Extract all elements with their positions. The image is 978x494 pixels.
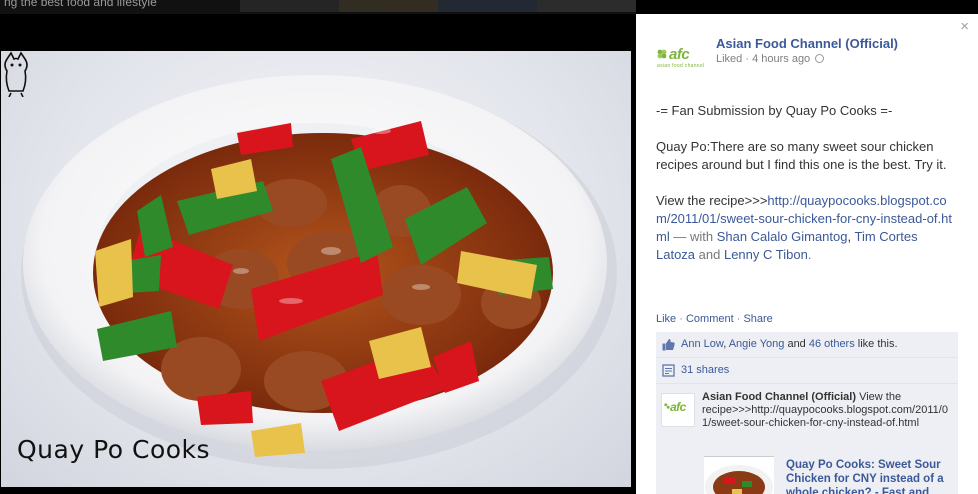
comment-link[interactable]: Comment bbox=[686, 313, 734, 325]
post-line-description: Quay Po:There are so many sweet sour chi… bbox=[656, 139, 947, 172]
shared-post-avatar[interactable]: afc bbox=[661, 393, 695, 427]
thumbs-up-icon bbox=[662, 339, 675, 351]
page-avatar[interactable]: afc asian food channel bbox=[656, 45, 708, 73]
separator: · bbox=[676, 313, 686, 325]
post-line-recipe: View the recipe>>>http://quaypocooks.blo… bbox=[656, 193, 952, 262]
others-link[interactable]: 46 others bbox=[809, 338, 855, 350]
tagged-user-1[interactable]: Shan Calalo Gimantog bbox=[717, 229, 848, 244]
tagged-user-3[interactable]: Lenny C Tibon bbox=[724, 247, 808, 262]
shares-row: 31 shares bbox=[656, 358, 958, 384]
liker-1[interactable]: Ann Low bbox=[681, 338, 723, 350]
shared-post: afc Asian Food Channel (Official) View t… bbox=[656, 384, 958, 494]
page-name-link[interactable]: Asian Food Channel (Official) bbox=[716, 36, 898, 51]
mascot-doodle-icon bbox=[4, 51, 28, 97]
leaf-icon bbox=[657, 49, 667, 59]
shared-link-title[interactable]: Quay Po Cooks: Sweet Sour Chicken for CN… bbox=[786, 458, 956, 494]
like-link[interactable]: Like bbox=[656, 313, 676, 325]
afc-logo-text: afc bbox=[670, 400, 686, 414]
likes-row: Ann Low, Angie Yong and 46 others like t… bbox=[656, 332, 958, 358]
photo-watermark: Quay Po Cooks bbox=[17, 435, 211, 464]
separator: · bbox=[733, 313, 744, 325]
and-text: and bbox=[695, 247, 724, 262]
post-info-panel: × afc asian food channel Asian Food Chan… bbox=[636, 14, 978, 494]
post-line-fan-submission: -= Fan Submission by Quay Po Cooks =- bbox=[656, 103, 893, 118]
period: . bbox=[807, 247, 812, 262]
liked-status[interactable]: Liked bbox=[716, 53, 742, 65]
post-meta: Liked · 4 hours ago bbox=[716, 53, 825, 65]
thumbnail-food-image bbox=[705, 465, 773, 494]
post-body: -= Fan Submission by Quay Po Cooks =- Qu… bbox=[656, 102, 958, 282]
globe-icon bbox=[815, 54, 825, 63]
post-timestamp[interactable]: 4 hours ago bbox=[752, 53, 810, 65]
like-suffix: like this. bbox=[854, 338, 898, 350]
food-photo-illustration bbox=[21, 75, 617, 469]
view-recipe-prefix: View the recipe>>> bbox=[656, 193, 768, 208]
shares-icon bbox=[662, 364, 675, 377]
share-link[interactable]: Share bbox=[743, 313, 772, 325]
likes-box: Ann Low, Angie Yong and 46 others like t… bbox=[656, 332, 958, 494]
shared-post-text: Asian Food Channel (Official) View the r… bbox=[702, 391, 952, 430]
shares-count-link[interactable]: 31 shares bbox=[681, 364, 729, 376]
post-actions: Like · Comment · Share bbox=[656, 313, 773, 325]
close-icon[interactable]: × bbox=[960, 19, 969, 34]
backdrop-caption: ng the best food and lifestyle bbox=[4, 0, 157, 9]
and-text: and bbox=[784, 338, 809, 350]
afc-logo-subtext: asian food channel bbox=[657, 63, 705, 69]
post-photo[interactable]: Quay Po Cooks bbox=[1, 51, 631, 487]
afc-logo-text: afc bbox=[669, 46, 690, 63]
viewer-top-strip: ng the best food and lifestyle bbox=[0, 0, 636, 14]
with-text: — with bbox=[669, 229, 717, 244]
shared-post-author[interactable]: Asian Food Channel (Official) bbox=[702, 391, 856, 403]
liker-2[interactable]: Angie Yong bbox=[729, 338, 785, 350]
backdrop-thumbnails bbox=[240, 0, 636, 12]
shared-link-thumbnail[interactable] bbox=[704, 456, 774, 494]
